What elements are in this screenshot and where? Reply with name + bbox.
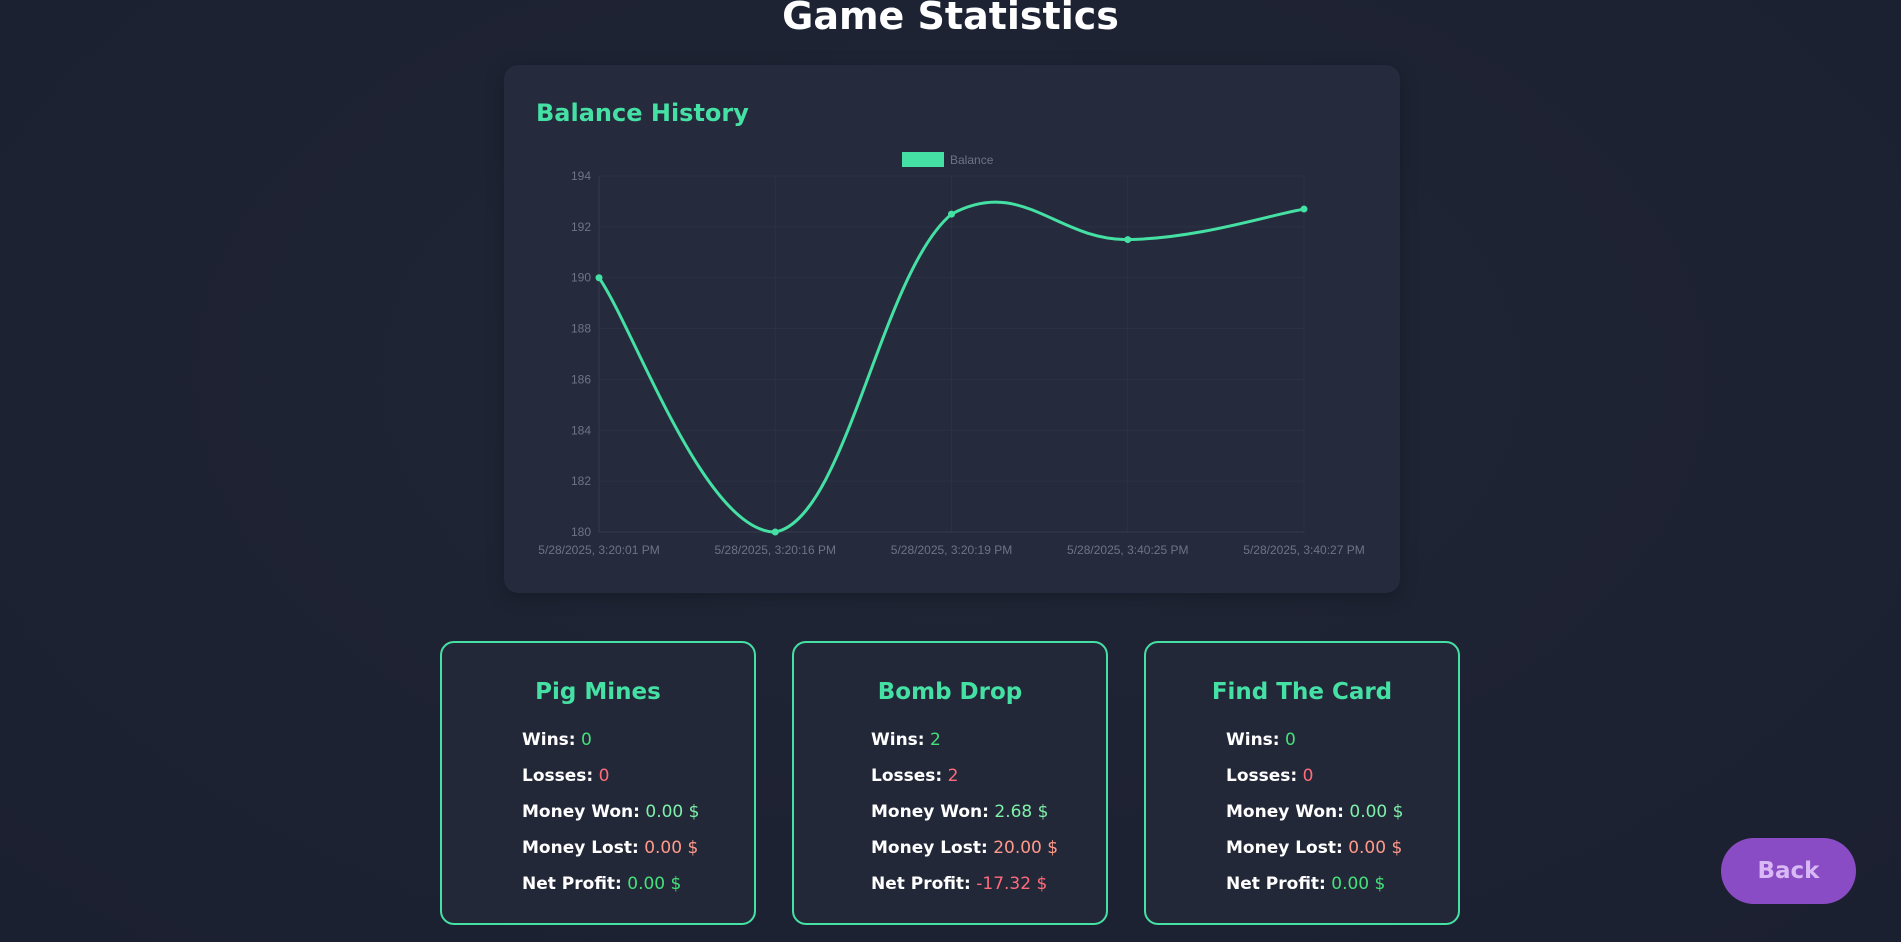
stat-money-lost: Money Lost: 0.00 $ bbox=[1226, 836, 1458, 872]
y-tick-label: 186 bbox=[571, 372, 591, 386]
stat-losses: Losses: 2 bbox=[871, 764, 1106, 800]
data-point bbox=[1300, 205, 1308, 213]
back-button[interactable]: Back bbox=[1721, 838, 1856, 904]
game-title: Find The Card bbox=[1211, 679, 1393, 705]
stat-wins: Wins: 0 bbox=[522, 728, 754, 764]
y-tick-label: 192 bbox=[571, 220, 591, 234]
stat-label: Money Lost: bbox=[522, 838, 639, 858]
stat-value: 2 bbox=[947, 766, 959, 786]
stat-value: 0.00 $ bbox=[645, 802, 700, 822]
stat-value: 2 bbox=[930, 730, 941, 750]
stat-label: Net Profit: bbox=[871, 874, 971, 894]
stat-losses: Losses: 0 bbox=[522, 764, 754, 800]
legend-label: Balance bbox=[950, 153, 994, 167]
stat-label: Money Won: bbox=[871, 802, 989, 822]
stat-value: 2.68 $ bbox=[994, 802, 1049, 822]
stat-money-won: Money Won: 0.00 $ bbox=[1226, 800, 1458, 836]
y-tick-label: 182 bbox=[571, 474, 591, 488]
data-point bbox=[1124, 236, 1132, 244]
stat-value: 0 bbox=[581, 730, 592, 750]
game-stats: Wins: 0 Losses: 0 Money Won: 0.00 $ Mone… bbox=[1146, 728, 1458, 908]
stat-label: Wins: bbox=[522, 730, 576, 750]
stat-label: Money Lost: bbox=[1226, 838, 1343, 858]
y-tick-label: 188 bbox=[571, 322, 591, 336]
stat-value: 0.00 $ bbox=[1348, 838, 1403, 858]
stat-net-profit: Net Profit: 0.00 $ bbox=[1226, 872, 1458, 908]
game-stats: Wins: 0 Losses: 0 Money Won: 0.00 $ Mone… bbox=[442, 728, 754, 908]
x-tick-label: 5/28/2025, 3:20:01 PM bbox=[538, 543, 659, 557]
stat-value: 0 bbox=[598, 766, 610, 786]
stat-label: Money Lost: bbox=[871, 838, 988, 858]
legend-swatch bbox=[902, 152, 944, 167]
stat-label: Net Profit: bbox=[1226, 874, 1326, 894]
game-card-find-the-card: Find The Card Wins: 0 Losses: 0 Money Wo… bbox=[1144, 641, 1460, 925]
stat-money-lost: Money Lost: 20.00 $ bbox=[871, 836, 1106, 872]
stat-label: Net Profit: bbox=[522, 874, 622, 894]
game-title: Pig Mines bbox=[535, 679, 661, 705]
stat-value: 0.00 $ bbox=[644, 838, 699, 858]
data-point bbox=[771, 528, 779, 536]
stat-losses: Losses: 0 bbox=[1226, 764, 1458, 800]
page-title: Game Statistics bbox=[782, 0, 1119, 38]
x-tick-label: 5/28/2025, 3:20:19 PM bbox=[891, 543, 1012, 557]
stat-label: Wins: bbox=[1226, 730, 1280, 750]
balance-history-card: Balance History 194 192 190 188 186 184 182 180… bbox=[504, 65, 1400, 593]
y-tick-label: 190 bbox=[571, 271, 591, 285]
stat-wins: Wins: 0 bbox=[1226, 728, 1458, 764]
stat-money-won: Money Won: 0.00 $ bbox=[522, 800, 754, 836]
stat-money-lost: Money Lost: 0.00 $ bbox=[522, 836, 754, 872]
stat-label: Losses: bbox=[1226, 766, 1298, 786]
stat-value: 0.00 $ bbox=[1331, 874, 1386, 894]
data-point bbox=[595, 274, 603, 282]
stat-wins: Wins: 2 bbox=[871, 728, 1106, 764]
balance-chart: 194 192 190 188 186 184 182 180 5/28/2025, 3:20:… bbox=[538, 152, 1365, 557]
stat-label: Wins: bbox=[871, 730, 925, 750]
stat-value: 0.00 $ bbox=[627, 874, 682, 894]
game-stats: Wins: 2 Losses: 2 Money Won: 2.68 $ Mone… bbox=[794, 728, 1106, 908]
stat-value: -17.32 $ bbox=[976, 874, 1048, 894]
x-tick-label: 5/28/2025, 3:40:25 PM bbox=[1067, 543, 1188, 557]
data-point bbox=[948, 210, 955, 218]
y-tick-label: 180 bbox=[571, 525, 591, 539]
stat-label: Money Won: bbox=[522, 802, 640, 822]
x-tick-label: 5/28/2025, 3:20:16 PM bbox=[715, 543, 836, 557]
stat-net-profit: Net Profit: 0.00 $ bbox=[522, 872, 754, 908]
stat-value: 0 bbox=[1302, 766, 1314, 786]
y-tick-label: 194 bbox=[571, 169, 591, 183]
stat-label: Money Won: bbox=[1226, 802, 1344, 822]
stat-net-profit: Net Profit: -17.32 $ bbox=[871, 872, 1106, 908]
stat-value: 20.00 $ bbox=[993, 838, 1059, 858]
stat-label: Losses: bbox=[871, 766, 943, 786]
stat-value: 0 bbox=[1285, 730, 1296, 750]
stat-value: 0.00 $ bbox=[1349, 802, 1404, 822]
stat-money-won: Money Won: 2.68 $ bbox=[871, 800, 1106, 836]
game-card-pig-mines: Pig Mines Wins: 0 Losses: 0 Money Won: 0… bbox=[440, 641, 756, 925]
game-title: Bomb Drop bbox=[877, 679, 1023, 705]
game-card-bomb-drop: Bomb Drop Wins: 2 Losses: 2 Money Won: 2… bbox=[792, 641, 1108, 925]
x-tick-label: 5/28/2025, 3:40:27 PM bbox=[1243, 543, 1364, 557]
stat-label: Losses: bbox=[522, 766, 594, 786]
y-tick-label: 184 bbox=[571, 423, 591, 437]
